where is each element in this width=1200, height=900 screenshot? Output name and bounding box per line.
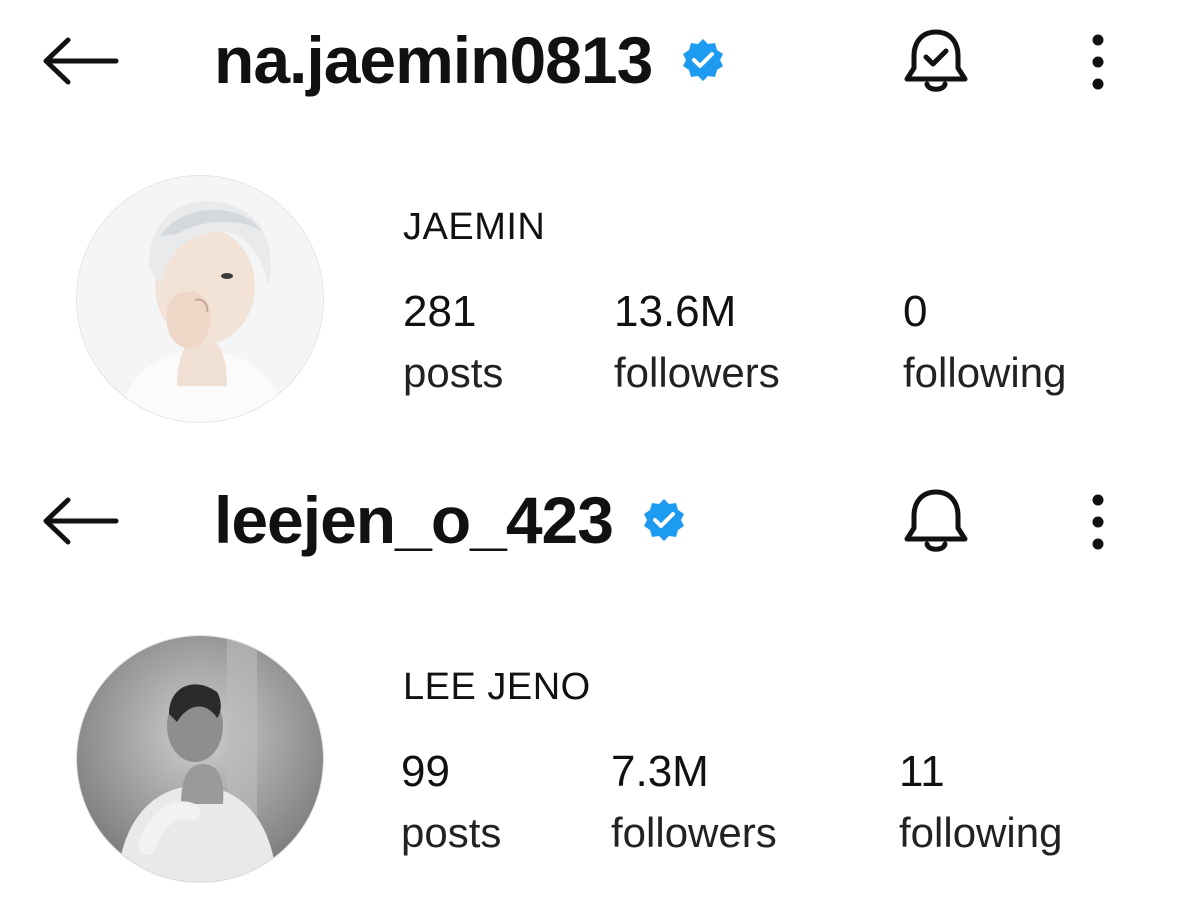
stat-value: 0 (903, 287, 928, 336)
more-options-icon[interactable] (1076, 490, 1120, 554)
stat-posts[interactable]: 99 posts (401, 750, 501, 854)
stat-posts[interactable]: 281 posts (403, 290, 503, 394)
stat-following[interactable]: 0 following (903, 290, 1066, 394)
stat-value: 99 (401, 747, 450, 796)
stat-value: 7.3M (611, 747, 709, 796)
stat-label: followers (611, 809, 777, 856)
avatar[interactable] (76, 175, 324, 423)
profile-card: leejen_o_423 LEE JENO 99 posts 7.3M foll… (0, 460, 1200, 900)
profile-header: leejen_o_423 (0, 460, 1200, 580)
avatar[interactable] (76, 635, 324, 883)
profile-header: na.jaemin0813 (0, 0, 1200, 120)
stat-label: followers (614, 349, 780, 396)
verified-badge-icon (680, 37, 726, 83)
stat-followers[interactable]: 13.6M followers (614, 290, 780, 394)
profile-card: na.jaemin0813 JAEMIN 281 posts 13.6M fol… (0, 0, 1200, 450)
username: leejen_o_423 (214, 483, 614, 557)
stat-label: following (903, 349, 1067, 396)
username-row: leejen_o_423 (214, 480, 687, 560)
username-row: na.jaemin0813 (214, 20, 726, 100)
more-options-icon[interactable] (1076, 30, 1120, 94)
bell-icon[interactable] (898, 486, 974, 558)
verified-badge-icon (641, 497, 687, 543)
username: na.jaemin0813 (214, 23, 653, 97)
stat-value: 281 (403, 287, 477, 336)
stat-label: posts (401, 809, 502, 856)
display-name: LEE JENO (403, 666, 591, 708)
stat-value: 11 (899, 747, 945, 796)
bell-check-icon[interactable] (898, 26, 974, 98)
back-arrow-icon[interactable] (38, 496, 122, 546)
stat-following[interactable]: 11 following (899, 750, 1062, 854)
back-arrow-icon[interactable] (38, 36, 122, 86)
display-name: JAEMIN (403, 206, 546, 248)
stat-label: following (899, 809, 1063, 856)
stat-value: 13.6M (614, 287, 737, 336)
stat-followers[interactable]: 7.3M followers (611, 750, 777, 854)
stat-label: posts (403, 349, 504, 396)
